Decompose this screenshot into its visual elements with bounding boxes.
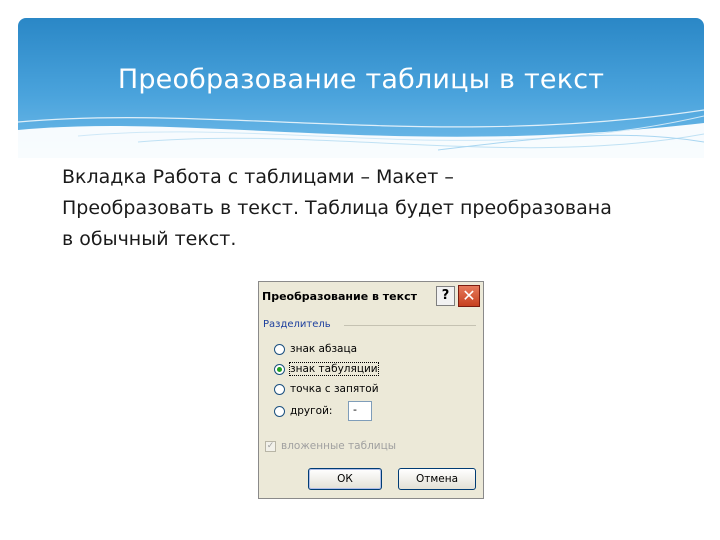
close-button[interactable]: ✕: [458, 285, 480, 307]
page-title: Преобразование таблицы в текст: [117, 64, 605, 95]
help-button[interactable]: ?: [436, 286, 455, 306]
radio-other[interactable]: другой:: [274, 403, 332, 419]
body-line: Преобразовать в текст. Таблица будет пре…: [62, 197, 612, 219]
radio-label: точка с запятой: [290, 383, 379, 395]
cancel-button[interactable]: Отмена: [398, 468, 476, 490]
dialog-title: Преобразование в текст: [262, 290, 417, 303]
radio-paragraph-mark[interactable]: знак абзаца: [274, 341, 357, 357]
body-line: Вкладка Работа с таблицами – Макет –: [62, 166, 454, 188]
nested-tables-label: вложенные таблицы: [281, 440, 397, 452]
nested-tables-checkbox: ✓: [265, 440, 276, 452]
radio-button-checked[interactable]: [274, 363, 285, 375]
group-divider: [344, 325, 476, 326]
radio-button[interactable]: [274, 343, 285, 355]
nested-tables-option: ✓ вложенные таблицы: [265, 440, 396, 452]
convert-to-text-dialog: Преобразование в текст ? ✕ Разделитель з…: [258, 281, 484, 499]
radio-label: знак абзаца: [290, 343, 358, 355]
body-line: в обычный текст.: [62, 228, 237, 250]
slide-body-text: Вкладка Работа с таблицами – Макет – Пре…: [62, 162, 702, 255]
radio-semicolon[interactable]: точка с запятой: [274, 381, 379, 397]
radio-button[interactable]: [274, 405, 285, 417]
radio-tab-mark[interactable]: знак табуляции: [274, 361, 379, 377]
radio-label: другой:: [290, 405, 333, 417]
radio-label: знак табуляции: [289, 362, 379, 376]
other-separator-input[interactable]: -: [348, 401, 372, 421]
radio-button[interactable]: [274, 383, 285, 395]
separator-group-label: Разделитель: [263, 319, 331, 330]
ok-button[interactable]: ОК: [308, 468, 382, 490]
dialog-titlebar: Преобразование в текст ? ✕: [259, 282, 483, 310]
slide-header: Преобразование таблицы в текст: [18, 18, 704, 158]
